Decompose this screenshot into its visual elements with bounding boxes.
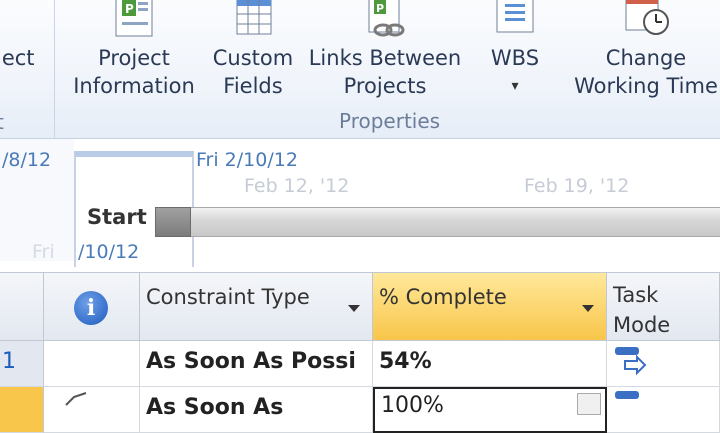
percent-complete-cell[interactable]: 54% — [373, 341, 607, 387]
percent-complete-filter-arrow-icon[interactable] — [582, 305, 594, 312]
wbs-button[interactable]: WBS ▾ — [480, 0, 550, 100]
task-grid: i Constraint Type % Complete Task Mode 1… — [0, 272, 720, 433]
percent-complete-value: 54% — [379, 349, 432, 374]
links-between-projects-label-1: Links Between — [308, 46, 462, 70]
constraint-type-value: As Soon As — [146, 395, 284, 420]
percent-complete-value: 100% — [381, 393, 444, 418]
percent-complete-header-label: % Complete — [379, 285, 507, 309]
ribbon-left-partial-group: ject t — [0, 0, 54, 138]
constraint-type-cell[interactable]: As Soon As — [140, 387, 373, 433]
auto-scheduled-mode-icon — [615, 347, 647, 376]
constraint-type-filter-arrow-icon[interactable] — [348, 305, 360, 312]
project-information-icon: P — [115, 0, 153, 37]
timeline-bottom-date-left: Fri — [32, 241, 55, 263]
left-partial-button-label[interactable]: ject — [0, 44, 35, 72]
timeline-tick-1: Feb 12, '12 — [244, 175, 350, 197]
row-id-cell[interactable]: 1 — [0, 341, 44, 387]
constraint-type-cell[interactable]: As Soon As Possi — [140, 341, 373, 387]
svg-text:P: P — [125, 2, 134, 16]
custom-fields-label-2: Fields — [223, 74, 283, 98]
timeline-start-label: Start — [87, 205, 147, 229]
wbs-label: WBS — [490, 46, 540, 70]
indicators-cell[interactable] — [44, 387, 140, 433]
links-between-projects-button[interactable]: P Links Between Projects — [304, 0, 466, 100]
project-information-label-2: Information — [73, 74, 195, 98]
auto-scheduled-mode-icon — [615, 391, 639, 399]
task-mode-header-label-1: Task — [613, 283, 659, 307]
timeline-left-date: /8/12 — [2, 149, 52, 171]
percent-complete-column-header[interactable]: % Complete — [373, 273, 607, 341]
custom-fields-button[interactable]: Custom Fields — [208, 0, 298, 100]
task-mode-cell[interactable] — [607, 341, 720, 387]
left-partial-group-label: t — [0, 108, 4, 136]
links-between-projects-label-2: Projects — [343, 74, 427, 98]
properties-group-label: Properties — [339, 109, 441, 133]
task-mode-cell[interactable] — [607, 387, 720, 433]
wbs-icon — [496, 0, 534, 33]
change-working-time-button[interactable]: Change Working Time — [566, 0, 720, 100]
custom-fields-icon — [236, 0, 272, 35]
timeline-current-marker[interactable] — [155, 207, 191, 237]
links-between-projects-icon: P — [368, 0, 405, 37]
info-icon: i — [74, 291, 108, 325]
constraint-type-column-header[interactable]: Constraint Type — [140, 273, 373, 341]
ribbon-separator — [54, 0, 55, 138]
constraint-type-value: As Soon As Possi — [146, 349, 356, 374]
custom-fields-label-1: Custom — [212, 46, 294, 70]
change-working-time-label-2: Working Time — [574, 74, 718, 98]
task-mode-header-label-2: Mode — [613, 313, 671, 337]
row-header-corner[interactable] — [0, 273, 44, 341]
checkmark-icon — [65, 392, 87, 406]
indicators-column-header[interactable]: i — [44, 273, 140, 341]
timeline-bottom-date-right: /10/12 — [78, 241, 140, 263]
timeline-tick-2: Feb 19, '12 — [524, 175, 630, 197]
project-information-button[interactable]: P Project Information — [66, 0, 202, 100]
timeline-bar[interactable] — [155, 207, 720, 237]
percent-spinner-button[interactable] — [577, 393, 601, 415]
timeline[interactable]: /8/12 Fri 2/10/12 Feb 12, '12 Feb 19, '1… — [0, 139, 720, 267]
timeline-current-date: Fri 2/10/12 — [196, 149, 298, 171]
change-working-time-label-1: Change — [605, 46, 687, 70]
project-information-label-1: Project — [98, 46, 170, 70]
chevron-down-icon: ▾ — [511, 78, 519, 94]
task-mode-column-header[interactable]: Task Mode — [607, 273, 720, 341]
indicators-cell[interactable] — [44, 341, 140, 387]
calendar-clock-icon — [625, 0, 669, 35]
percent-complete-edit-cell[interactable]: 100% — [373, 387, 607, 433]
row-id-label: 1 — [2, 349, 16, 374]
ribbon: ject t P Project Information Custom Fiel… — [0, 0, 720, 139]
svg-text:P: P — [376, 2, 384, 15]
constraint-type-header-label: Constraint Type — [146, 285, 310, 309]
row-id-cell-selected[interactable] — [0, 387, 44, 433]
